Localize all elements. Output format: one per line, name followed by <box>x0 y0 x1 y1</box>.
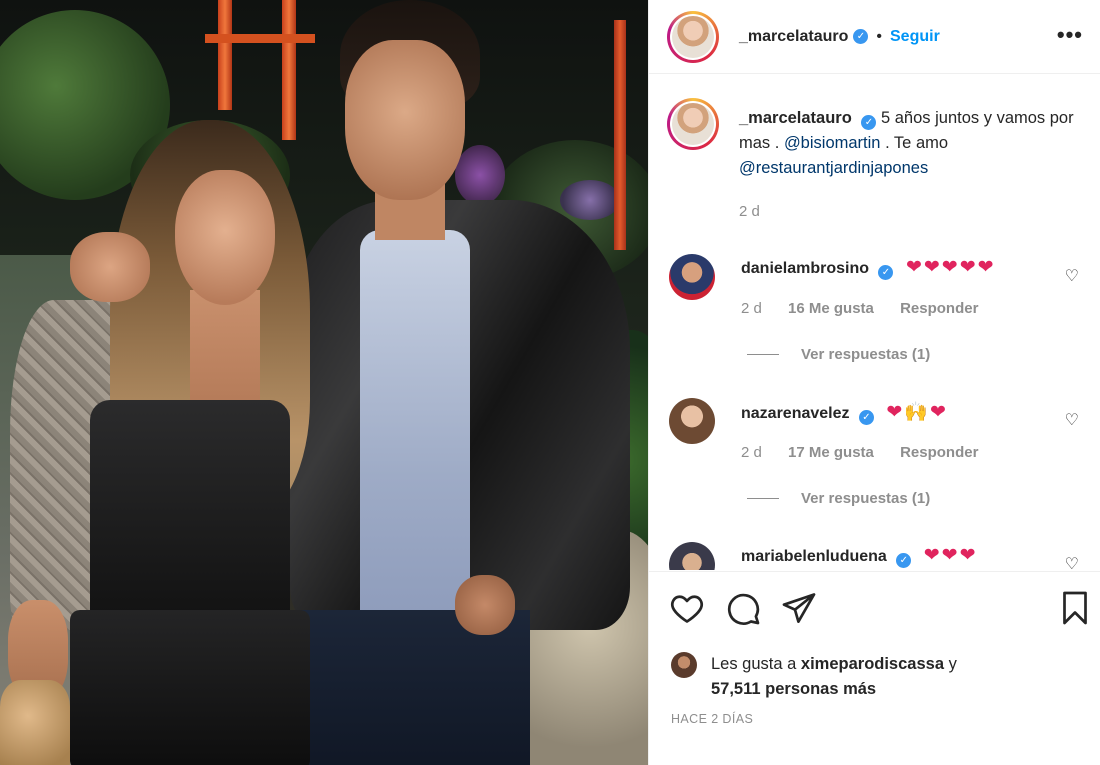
comment-like-icon[interactable]: ♡ <box>1065 554 1079 570</box>
photo-flowers <box>560 180 620 220</box>
comment-likes[interactable]: 16 Me gusta <box>788 300 874 317</box>
verified-badge-icon: ✓ <box>853 29 869 44</box>
likes-connector: y <box>948 655 957 673</box>
likes-count[interactable]: 57,511 personas más <box>711 680 876 698</box>
post-side-panel: _marcelatauro ✓ • Seguir ••• _marcelatau… <box>648 0 1100 765</box>
woman-neck <box>190 290 260 410</box>
view-replies-label: Ver respuestas (1) <box>801 346 931 363</box>
man-face <box>345 40 465 200</box>
caption-username[interactable]: _marcelatauro <box>739 109 852 127</box>
instagram-post-modal: _marcelatauro ✓ • Seguir ••• _marcelatau… <box>0 0 1100 765</box>
commenter-avatar[interactable] <box>669 542 715 570</box>
commenter-username[interactable]: mariabelenluduena <box>741 548 887 565</box>
reply-button[interactable]: Responder <box>900 444 978 461</box>
photo-red-pole <box>614 20 626 250</box>
comment-icon[interactable] <box>725 590 761 626</box>
comment-text: ❤🙌❤ <box>886 402 948 423</box>
caption-timestamp[interactable]: 2 d <box>739 203 760 220</box>
caption-mention[interactable]: @restaurantjardinjapones <box>739 159 928 177</box>
caption-mention[interactable]: @bisiomartin <box>784 134 881 152</box>
author-avatar[interactable] <box>667 10 719 63</box>
post-photo[interactable] <box>0 0 648 765</box>
likes-prefix: Les gusta a <box>711 655 797 673</box>
share-icon[interactable] <box>781 590 817 626</box>
view-replies-button[interactable]: Ver respuestas (1) <box>747 490 930 507</box>
commenter-avatar[interactable] <box>669 398 715 444</box>
man-hand <box>455 575 515 635</box>
author-username[interactable]: _marcelatauro <box>739 28 848 46</box>
reply-button[interactable]: Responder <box>900 300 978 317</box>
man-shirt <box>360 230 470 640</box>
caption-body-2: . Te amo <box>885 134 949 152</box>
heart-icon[interactable] <box>669 590 705 626</box>
post-timestamp[interactable]: HACE 2 DÍAS <box>671 712 753 726</box>
caption-avatar-image <box>672 103 714 145</box>
liker-username[interactable]: ximeparodiscassa <box>801 655 944 673</box>
man-hand-on-shoulder <box>70 232 150 302</box>
comment-like-icon[interactable]: ♡ <box>1065 266 1079 286</box>
photo-flowers <box>455 145 505 205</box>
liker-avatar[interactable] <box>671 652 697 678</box>
photo-torii-beam <box>205 34 315 43</box>
comment-meta: 2 d 17 Me gusta Responder <box>741 444 1000 461</box>
caption-author-avatar[interactable] <box>667 98 719 150</box>
woman-top <box>90 400 290 630</box>
follow-button[interactable]: Seguir <box>890 28 940 46</box>
comment-meta: 2 d 16 Me gusta Responder <box>741 300 1000 317</box>
verified-badge-icon: ✓ <box>861 115 877 130</box>
view-replies-label: Ver respuestas (1) <box>801 490 931 507</box>
woman-face <box>175 170 275 305</box>
more-options-icon[interactable]: ••• <box>1057 22 1083 48</box>
verified-badge-icon: ✓ <box>878 265 894 280</box>
woman-shorts <box>70 610 310 765</box>
commenter-avatar[interactable] <box>669 254 715 300</box>
comment-text: ❤❤❤ <box>923 545 978 566</box>
comment-text: ❤❤❤❤❤ <box>905 257 996 278</box>
bookmark-icon[interactable] <box>1057 590 1093 626</box>
separator-dot: • <box>876 27 882 45</box>
caption-text: _marcelatauro ✓ 5 años juntos y vamos po… <box>739 106 1079 181</box>
comment-item: mariabelenluduena ✓ ❤❤❤ ♡ <box>669 542 1089 570</box>
comment-likes[interactable]: 17 Me gusta <box>788 444 874 461</box>
likes-summary: Les gusta a ximeparodiscassa y 57,511 pe… <box>671 652 957 702</box>
commenter-username[interactable]: nazarenavelez <box>741 405 850 422</box>
view-replies-button[interactable]: Ver respuestas (1) <box>747 346 930 363</box>
photo-torii-pillar <box>282 0 296 140</box>
post-caption: _marcelatauro ✓ 5 años juntos y vamos po… <box>667 98 1087 181</box>
commenter-username[interactable]: danielambrosino <box>741 260 869 277</box>
verified-badge-icon: ✓ <box>858 410 874 425</box>
verified-badge-icon: ✓ <box>896 553 912 568</box>
comment-time[interactable]: 2 d <box>741 300 762 317</box>
comment-like-icon[interactable]: ♡ <box>1065 410 1079 430</box>
post-header: _marcelatauro ✓ • Seguir ••• <box>649 0 1100 74</box>
author-avatar-image <box>672 15 714 58</box>
comment-time[interactable]: 2 d <box>741 444 762 461</box>
woman-bag <box>0 680 70 765</box>
photo-torii-pillar <box>218 0 232 110</box>
post-actions: Les gusta a ximeparodiscassa y 57,511 pe… <box>649 571 1100 765</box>
